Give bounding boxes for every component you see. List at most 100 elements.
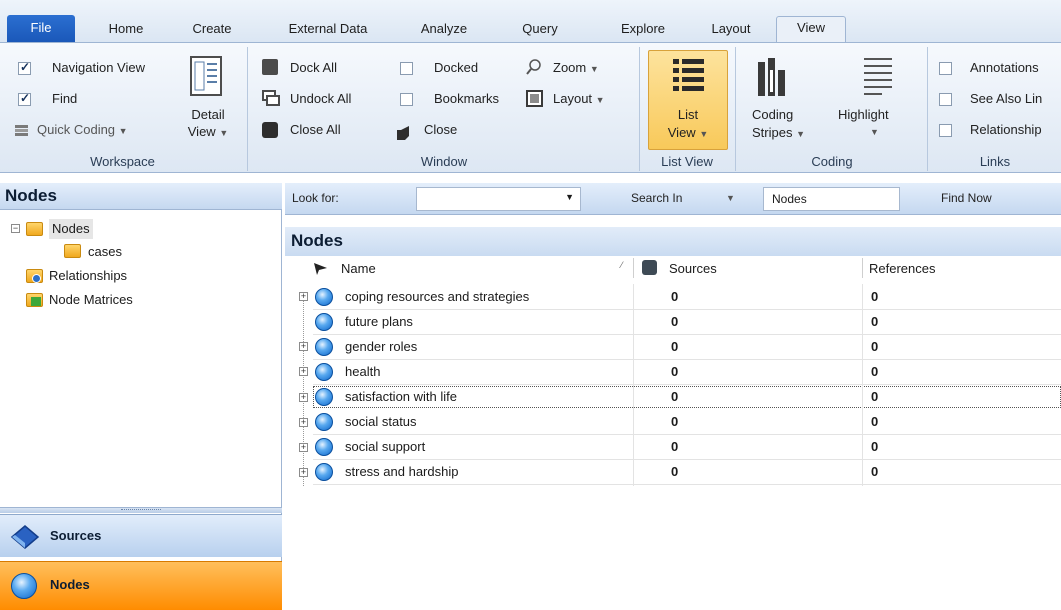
annotations-label[interactable]: Annotations <box>970 60 1039 75</box>
tree-item-cases[interactable]: cases <box>88 242 122 262</box>
annotations-checkbox[interactable] <box>939 62 952 75</box>
row-references: 0 <box>871 414 879 429</box>
relationships-label[interactable]: Relationship <box>970 122 1042 137</box>
dock-all-button[interactable]: Dock All <box>290 60 337 75</box>
list-view-label[interactable]: List <box>648 107 728 122</box>
search-in-value[interactable]: Nodes <box>763 187 900 211</box>
tab-home[interactable]: Home <box>101 18 151 42</box>
nav-button-sources[interactable]: Sources <box>0 514 282 557</box>
zoom-button[interactable]: Zoom ▼ <box>553 60 599 75</box>
see-also-label[interactable]: See Also Lin <box>970 91 1042 106</box>
expand-icon[interactable]: + <box>299 468 308 477</box>
ribbon-tab-bar: File Home Create External Data Analyze Q… <box>0 0 1061 43</box>
close-all-button[interactable]: Close All <box>290 122 341 137</box>
collapse-icon[interactable]: − <box>11 224 20 233</box>
look-for-label: Look for: <box>292 191 339 205</box>
list-view-dropdown[interactable]: View ▼ <box>648 125 728 140</box>
column-divider <box>633 284 634 486</box>
navigation-view-checkbox[interactable] <box>18 60 31 75</box>
row-references: 0 <box>871 464 879 479</box>
highlight-button[interactable]: Highlight <box>838 107 889 122</box>
expand-icon[interactable]: + <box>299 292 308 301</box>
chevron-down-icon[interactable]: ▼ <box>565 192 574 202</box>
highlight-icon <box>860 56 896 100</box>
panel-splitter[interactable] <box>0 507 282 513</box>
ribbon-separator <box>735 47 736 171</box>
find-now-button[interactable]: Find Now <box>941 191 992 205</box>
see-also-checkbox[interactable] <box>939 93 952 106</box>
expand-icon[interactable]: + <box>299 393 308 402</box>
highlight-dropdown-icon[interactable]: ▼ <box>870 127 879 137</box>
column-header-name[interactable]: Name <box>341 261 376 276</box>
find-label[interactable]: Find <box>52 91 77 106</box>
bookmarks-checkbox[interactable] <box>400 93 413 106</box>
tab-view[interactable]: View <box>776 16 846 43</box>
undock-all-button[interactable]: Undock All <box>290 91 351 106</box>
row-references: 0 <box>871 289 879 304</box>
row-name: coping resources and strategies <box>345 289 530 304</box>
navigation-view-label[interactable]: Navigation View <box>52 60 145 75</box>
node-icon <box>315 438 333 456</box>
window-group-label: Window <box>420 154 468 169</box>
tab-explore[interactable]: Explore <box>613 18 673 42</box>
column-header-sources[interactable]: Sources <box>669 261 717 276</box>
close-button[interactable]: Close <box>424 122 457 137</box>
sort-icon: ⁄ <box>621 260 623 270</box>
row-references: 0 <box>871 389 879 404</box>
nav-button-nodes[interactable]: Nodes <box>0 561 282 610</box>
tree-item-nodes[interactable]: Nodes <box>49 219 93 239</box>
column-divider <box>862 258 863 278</box>
undock-all-icon <box>262 90 280 106</box>
tab-query[interactable]: Query <box>513 18 567 42</box>
expand-icon[interactable]: + <box>299 342 308 351</box>
dock-all-icon <box>262 59 278 75</box>
row-name: satisfaction with life <box>345 389 457 404</box>
row-name: health <box>345 364 381 379</box>
navigation-panel: Nodes − Nodes cases Relationships Node M… <box>0 183 282 610</box>
quick-coding-button[interactable]: Quick Coding ▼ <box>37 122 128 137</box>
search-in-button[interactable]: Search In <box>631 191 682 205</box>
row-references: 0 <box>871 339 879 354</box>
tab-layout[interactable]: Layout <box>701 18 761 42</box>
tab-external-data[interactable]: External Data <box>277 18 379 42</box>
list-view-icon <box>671 56 707 96</box>
expand-icon[interactable]: + <box>299 443 308 452</box>
node-icon <box>11 573 37 599</box>
tree-item-relationships[interactable]: Relationships <box>49 266 127 286</box>
layout-icon <box>526 90 543 107</box>
docked-label[interactable]: Docked <box>434 60 478 75</box>
tab-analyze[interactable]: Analyze <box>412 18 476 42</box>
node-matrices-icon <box>26 293 43 307</box>
expand-icon[interactable]: + <box>299 418 308 427</box>
look-for-input[interactable]: ▼ <box>416 187 581 211</box>
sources-column-icon <box>642 260 657 275</box>
tab-create[interactable]: Create <box>184 18 240 42</box>
column-header-references[interactable]: References <box>869 261 935 276</box>
tree-item-node-matrices[interactable]: Node Matrices <box>49 290 133 310</box>
bookmarks-label[interactable]: Bookmarks <box>434 91 499 106</box>
row-sources: 0 <box>671 289 679 304</box>
detail-view-dropdown[interactable]: View ▼ <box>187 124 229 139</box>
row-sources: 0 <box>671 414 679 429</box>
layout-button[interactable]: Layout ▼ <box>553 91 605 106</box>
folder-icon <box>64 244 81 258</box>
docked-checkbox[interactable] <box>400 62 413 75</box>
relationships-checkbox[interactable] <box>939 124 952 137</box>
find-checkbox[interactable] <box>18 91 31 106</box>
coding-stripes-dropdown[interactable]: Stripes ▼ <box>752 125 805 140</box>
node-icon <box>315 388 333 406</box>
tab-file[interactable]: File <box>7 15 75 43</box>
list-title: Nodes <box>285 227 1061 256</box>
find-bar: Look for: ▼ Search In ▼ Nodes Find Now <box>285 183 1061 215</box>
row-divider <box>313 459 1061 460</box>
node-icon <box>315 413 333 431</box>
detail-view-button[interactable]: Detail <box>188 107 228 122</box>
expand-icon[interactable]: + <box>299 367 308 376</box>
close-icon <box>395 125 411 141</box>
row-references: 0 <box>871 364 879 379</box>
coding-stripes-button[interactable]: Coding <box>752 107 793 122</box>
list-view-group-label: List View <box>661 154 713 169</box>
row-divider <box>313 334 1061 335</box>
search-in-dropdown-icon[interactable]: ▼ <box>726 193 735 203</box>
row-divider <box>313 484 1061 485</box>
